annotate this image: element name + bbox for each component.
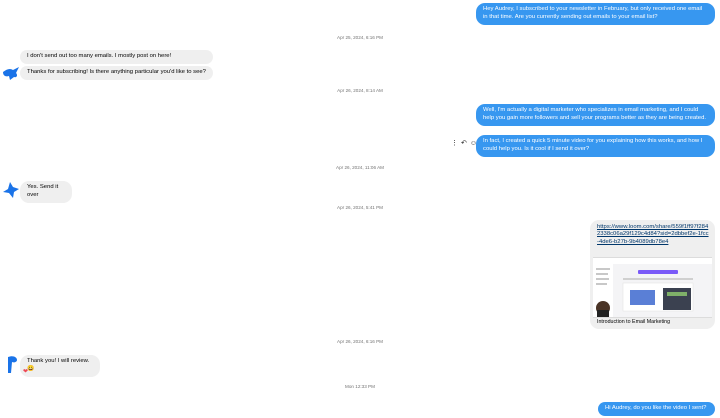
timestamp: Apr 26, 2024, 8:14 AM [337,88,383,93]
message-outgoing[interactable]: Hi Audrey, do you like the video I sent? [598,402,715,416]
more-options-icon[interactable]: ⋮ [451,139,458,147]
message-incoming[interactable]: Thank you! I will review. 😀 [20,355,100,377]
message-incoming[interactable]: Thanks for subscribing! Is there anythin… [20,66,213,80]
video-thumbnail[interactable] [593,257,712,318]
avatar[interactable] [1,64,21,84]
avatar[interactable] [1,354,21,374]
timestamp: Apr 26, 2024, 6:16 PM [337,339,383,344]
timestamp: Mon 12:33 PM [345,384,375,389]
message-incoming[interactable]: Yes. Send it over [20,181,72,203]
avatar[interactable] [1,180,21,200]
timestamp: Apr 26, 2024, 5:41 PM [337,205,383,210]
heart-icon[interactable]: ❤ [23,368,28,375]
message-outgoing[interactable]: In fact, I created a quick 5 minute vide… [476,135,715,157]
video-thumbnail-graphic [593,258,712,317]
timestamp: Apr 25, 2024, 6:16 PM [337,35,383,40]
message-actions: ⋮ ↶ ☺ [451,139,477,148]
timestamp: Apr 26, 2024, 11:06 AM [336,165,384,170]
reply-icon[interactable]: ↶ [461,139,467,147]
link-preview-card[interactable]: https://www.loom.com/share/559f1ff97f284… [590,220,715,329]
message-outgoing[interactable]: Well, I'm actually a digital marketer wh… [476,104,715,126]
link-title: Introduction to Email Marketing [597,319,671,325]
message-incoming[interactable]: I don't send out too many emails. I most… [20,50,213,64]
shared-link[interactable]: https://www.loom.com/share/559f1ff97f284… [597,224,709,246]
message-outgoing[interactable]: Hey Audrey, I subscribed to your newslet… [476,3,715,25]
emoji-react-icon[interactable]: ☺ [470,140,477,147]
